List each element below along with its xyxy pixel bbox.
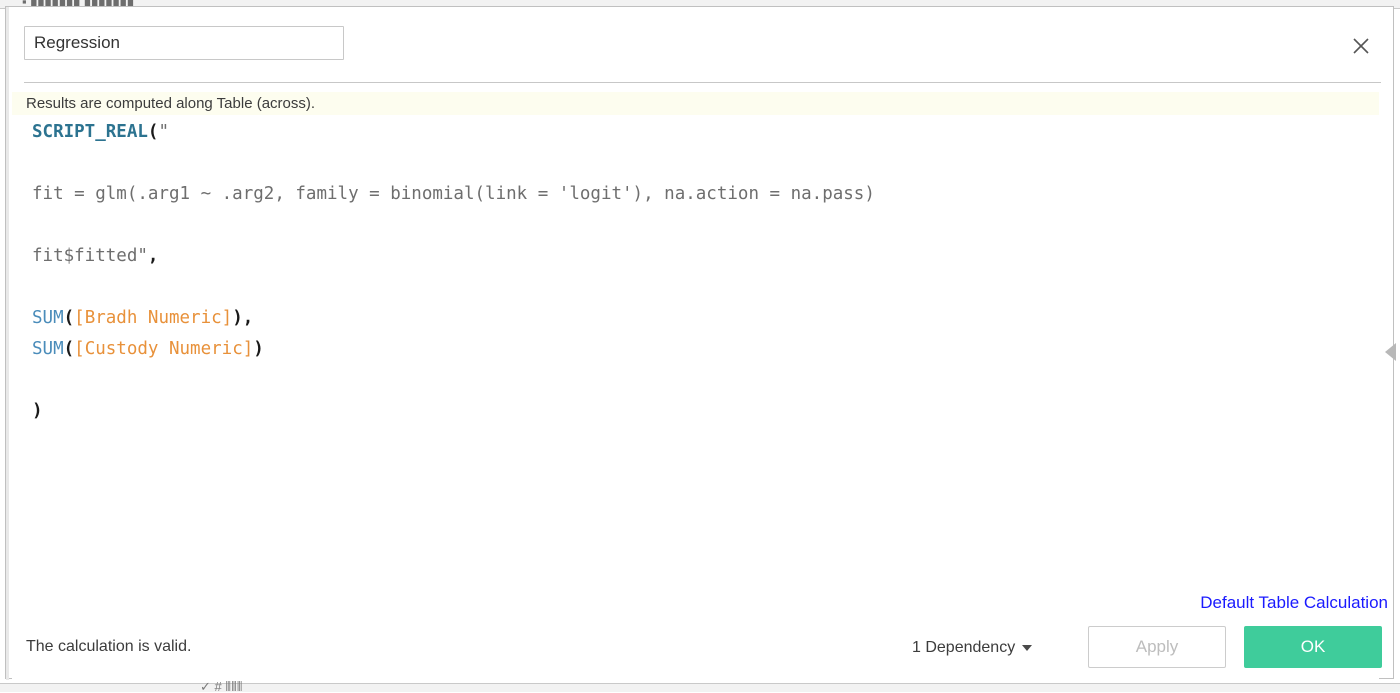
dialog-footer: Default Table Calculation The calculatio…	[12, 585, 1388, 679]
dependency-label: 1 Dependency	[912, 639, 1016, 656]
code-line: )	[32, 396, 1379, 427]
code-token: )	[253, 339, 264, 359]
code-token: fit = glm(.arg1 ~ .arg2, family = binomi…	[32, 184, 875, 204]
code-token: SUM	[32, 339, 64, 359]
code-line: SCRIPT_REAL("	[32, 117, 1379, 148]
chevron-down-icon	[1022, 645, 1033, 651]
code-token: "	[158, 122, 169, 142]
code-token: ,	[147, 246, 159, 266]
code-token: )	[32, 401, 43, 421]
dependency-dropdown[interactable]: 1 Dependency	[912, 639, 1033, 657]
code-token: [Bradh Numeric]	[74, 308, 233, 328]
dialog-left-accent	[6, 7, 9, 680]
collapse-panel-arrow-icon[interactable]	[1384, 341, 1398, 363]
validation-status-text: The calculation is valid.	[26, 638, 192, 655]
code-line: fit = glm(.arg1 ~ .arg2, family = binomi…	[32, 179, 1379, 210]
code-token: [Custody Numeric]	[74, 339, 254, 359]
header-divider	[24, 82, 1381, 83]
calculation-editor-dialog: Results are computed along Table (across…	[5, 6, 1396, 680]
code-token: fit$fitted"	[32, 246, 148, 266]
code-token: (	[63, 308, 75, 328]
dialog-header	[6, 7, 1395, 77]
close-icon[interactable]	[1344, 29, 1378, 63]
code-token: (	[63, 339, 75, 359]
table-calculation-info-text: Results are computed along Table (across…	[26, 95, 316, 112]
code-token: SUM	[32, 308, 64, 328]
code-token: SCRIPT_REAL	[32, 122, 148, 142]
code-token: ),	[232, 308, 254, 328]
code-line: fit$fitted",	[32, 241, 1379, 272]
code-token: (	[147, 122, 159, 142]
code-line: SUM([Custody Numeric])	[32, 334, 1379, 365]
code-line: SUM([Bradh Numeric]),	[32, 303, 1379, 334]
calculation-name-input[interactable]	[24, 26, 344, 60]
formula-editor[interactable]: SCRIPT_REAL(" fit = glm(.arg1 ~ .arg2, f…	[12, 115, 1379, 585]
ok-button[interactable]: OK	[1244, 626, 1382, 668]
default-table-calculation-link[interactable]: Default Table Calculation	[1162, 593, 1388, 613]
formula-code[interactable]: SCRIPT_REAL(" fit = glm(.arg1 ~ .arg2, f…	[12, 115, 1379, 427]
apply-button[interactable]: Apply	[1088, 626, 1226, 668]
